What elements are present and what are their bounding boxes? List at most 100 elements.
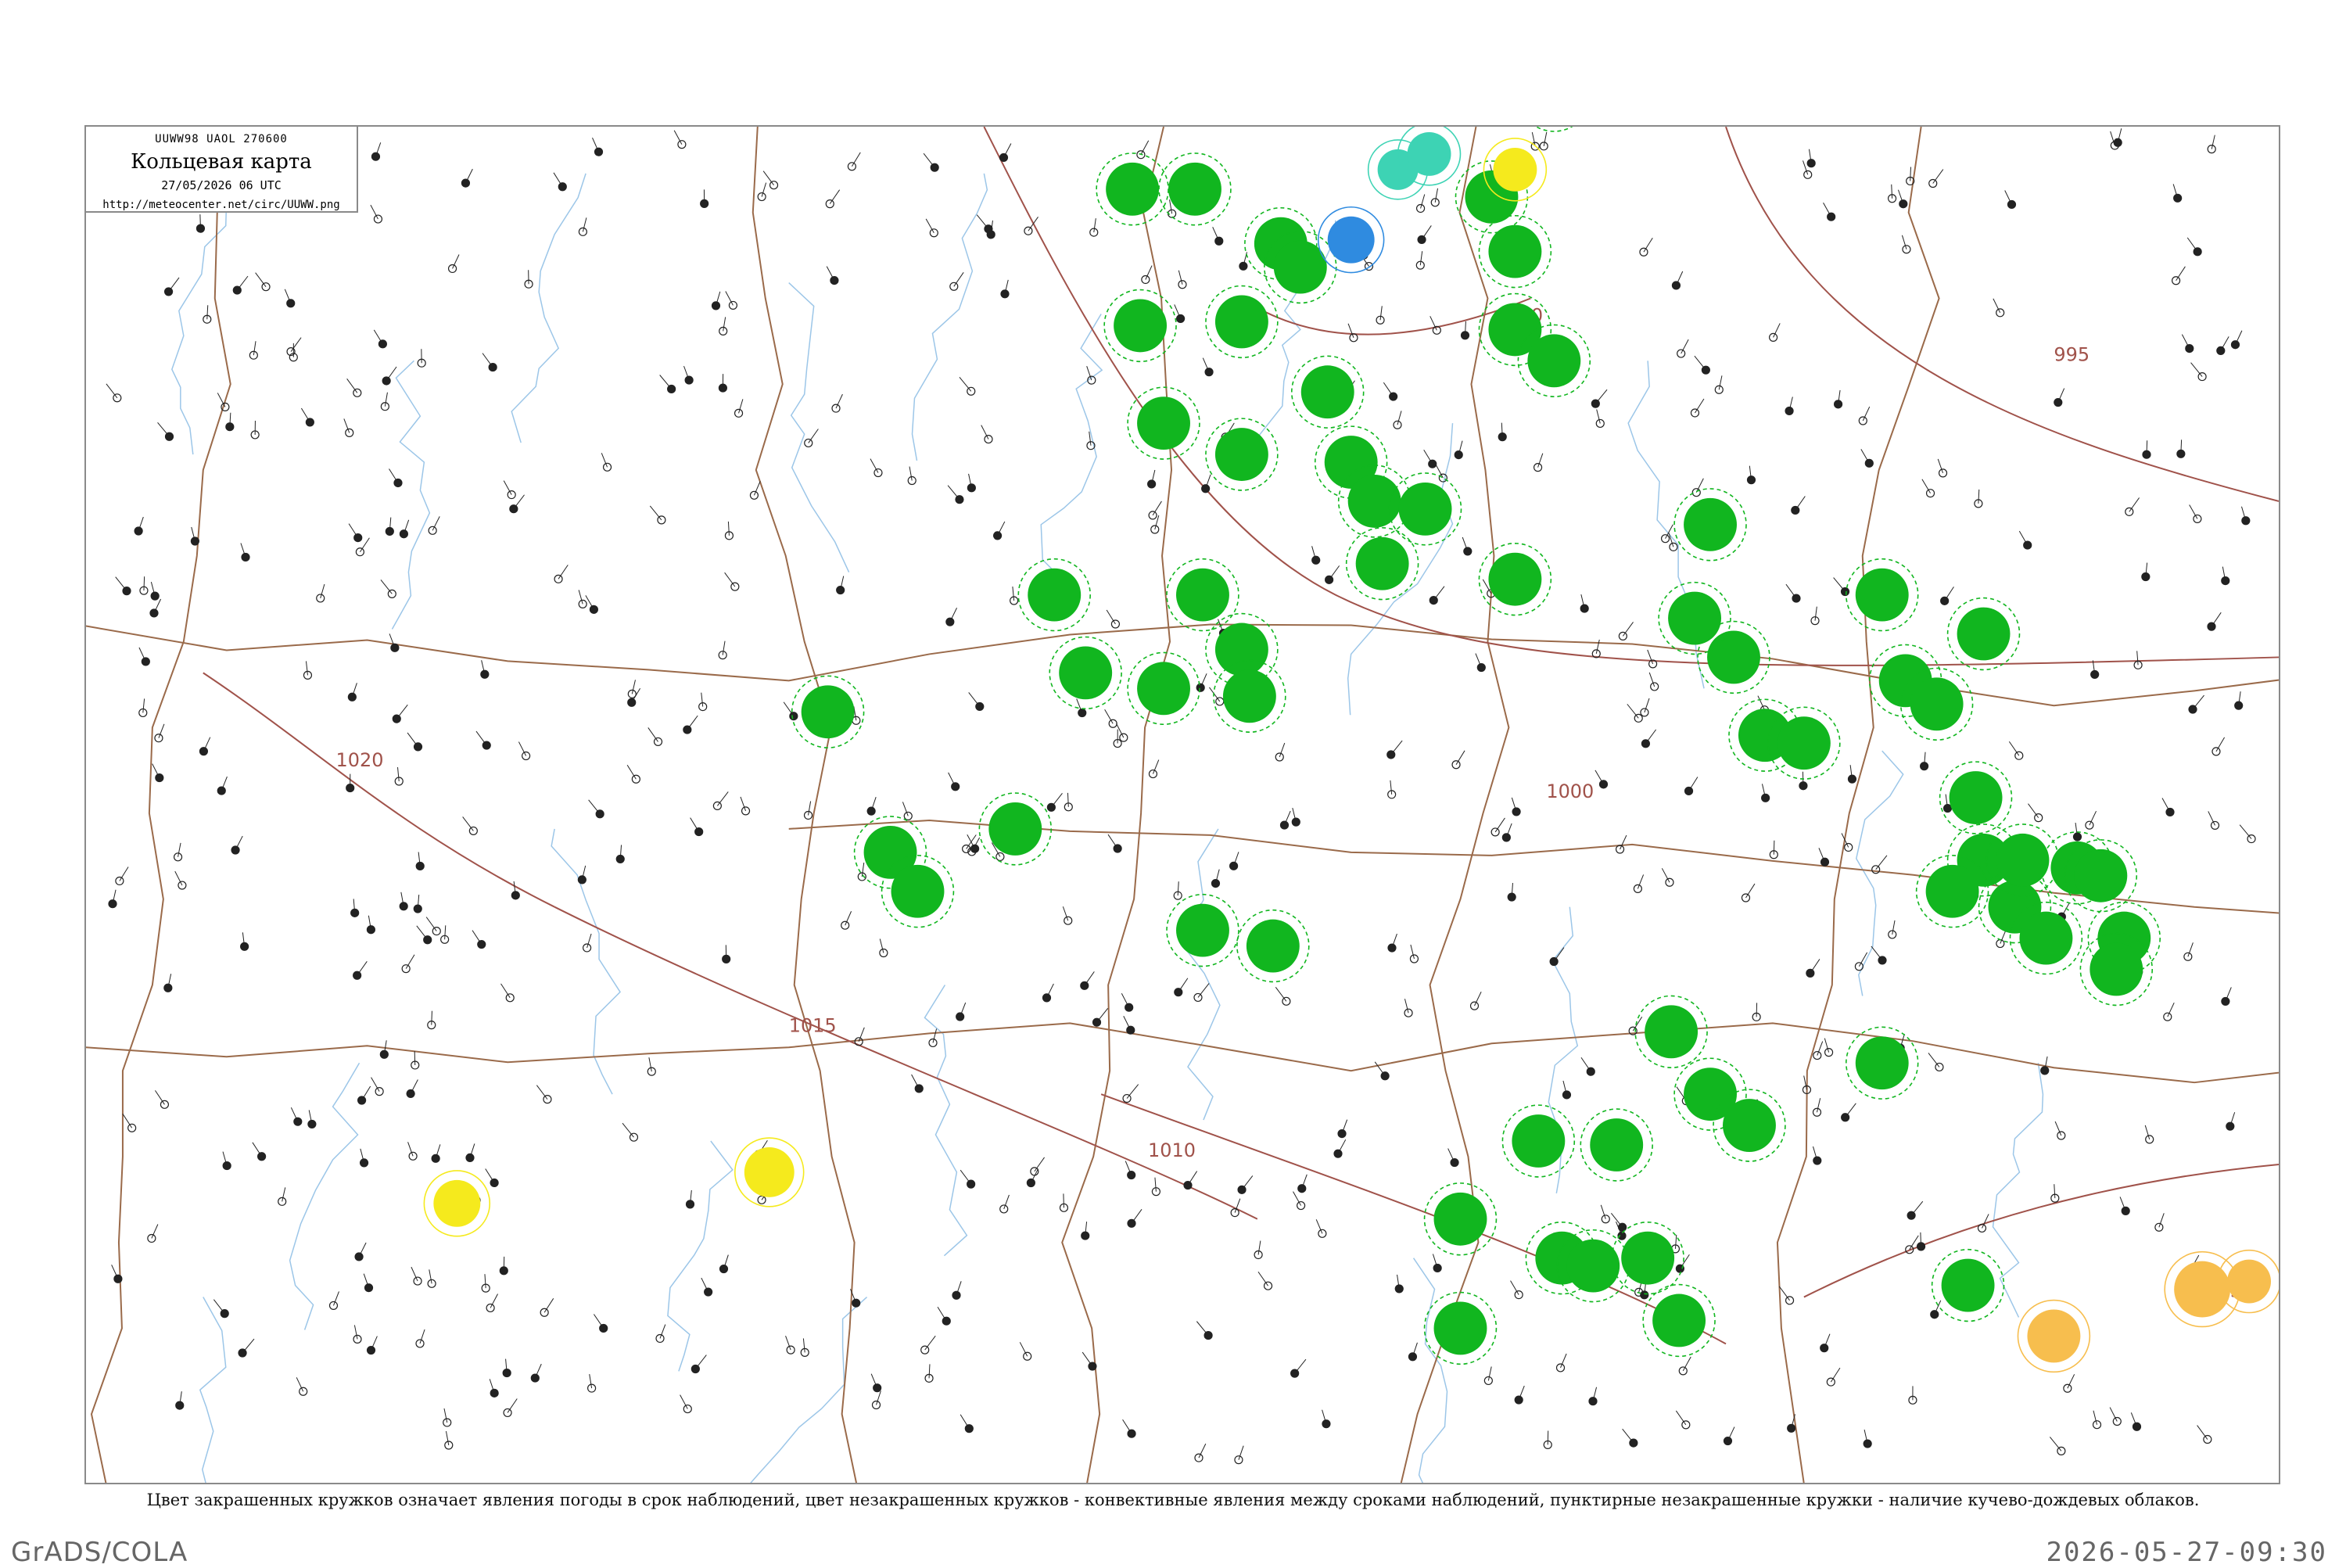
river-line [290,1063,360,1329]
wind-barb [741,797,746,811]
wind-barb [2176,267,2186,281]
station-marker [1230,862,1238,870]
wind-barb [2019,531,2027,545]
station-marker [178,881,186,889]
station-marker [841,921,849,929]
station-marker [449,264,457,272]
station-marker [1491,828,1499,836]
station-marker [1978,1224,1985,1232]
wind-barb [536,1085,547,1100]
wind-barb [354,1325,357,1339]
wind-barb [1383,382,1393,396]
map-date: 27/05/2026 06 UTC [86,178,357,192]
station-marker [155,734,163,742]
station-marker [750,491,758,499]
station-marker [735,409,743,417]
wind-barb [1051,793,1062,807]
wind-barb [594,1315,603,1329]
weather-circle [1668,592,1721,645]
wind-barb [622,1123,634,1137]
station-marker [2189,705,2197,713]
weather-circle [1356,537,1409,590]
station-marker [1651,683,1659,691]
station-marker [1291,1369,1299,1377]
station-marker [1149,511,1157,519]
wind-barb [1581,1057,1591,1071]
station-marker [394,479,402,486]
weather-circle [1488,553,1541,606]
bulletin-code: UUWW98 UAOL 270600 [86,133,357,145]
wind-barb [347,379,357,393]
station-marker [432,1154,439,1162]
render-timestamp: 2026-05-27-09:30 [2046,1537,2327,1568]
station-marker [1148,480,1156,488]
wind-barb [420,1329,425,1344]
wind-barb [1511,1281,1519,1295]
river-line [1414,1258,1447,1483]
wind-barb [1786,584,1796,598]
station-marker [233,286,241,294]
isobar-line [1726,127,2279,501]
weather-circle [2027,1310,2080,1363]
convective-ring [1518,127,1590,131]
wind-barb [445,925,446,939]
station-marker [1596,419,1604,427]
weather-circle [1777,716,1831,770]
station-marker [787,1346,795,1354]
wind-barb [200,214,201,228]
station-marker [2212,748,2220,755]
wind-barb [301,408,310,422]
wind-barb [389,469,397,483]
wind-barb [1132,1209,1142,1223]
weather-circle [1215,428,1268,481]
isobar-line [203,673,554,906]
wind-barb [1834,578,1846,592]
station-marker [400,530,407,538]
river-line [1181,829,1220,1120]
wind-barb [691,818,699,832]
station-marker [1215,237,1223,245]
station-marker [1175,989,1182,996]
wind-barb [2009,741,2018,755]
station-marker [1322,1420,1330,1428]
wind-barb [909,467,912,481]
river-line [551,829,620,1094]
wind-barb [120,867,128,881]
wind-barb [2137,651,2138,665]
weather-circle [1527,334,1580,387]
station-marker [1640,248,1648,256]
wind-barb [1633,1017,1641,1031]
weather-circle [1950,771,2003,824]
wind-barb [925,1336,936,1350]
wind-barb [504,481,511,495]
wind-barb [1013,587,1014,601]
station-marker [2086,821,2093,829]
wind-barb [1779,1286,1789,1301]
wind-barb [830,190,839,204]
wind-barb [1795,497,1806,511]
map-url: http://meteocenter.net/circ/UUWW.png [86,199,357,211]
wind-barb [1188,1172,1197,1186]
wind-barb [1538,454,1543,468]
wind-barb [349,524,358,538]
weather-circle [1137,396,1190,450]
isobar-label: 1010 [1148,1139,1196,1161]
wind-barb [723,317,726,331]
station-marker [402,965,410,973]
wind-barb [1390,780,1392,795]
wind-barb [960,377,971,391]
station-marker [1616,845,1624,853]
wind-barb [371,1078,380,1092]
wind-barb [446,1431,448,1445]
wind-barb [1689,777,1698,791]
weather-circle [1215,296,1268,349]
wind-barb [463,816,474,831]
weather-circle [1247,920,1300,973]
wind-barb [1544,132,1547,146]
station-marker [1534,464,1542,472]
station-marker [2093,1421,2101,1429]
station-marker [867,807,875,815]
station-marker [1429,597,1437,605]
wind-barb [1680,1254,1689,1268]
wind-barb [2193,695,2204,709]
